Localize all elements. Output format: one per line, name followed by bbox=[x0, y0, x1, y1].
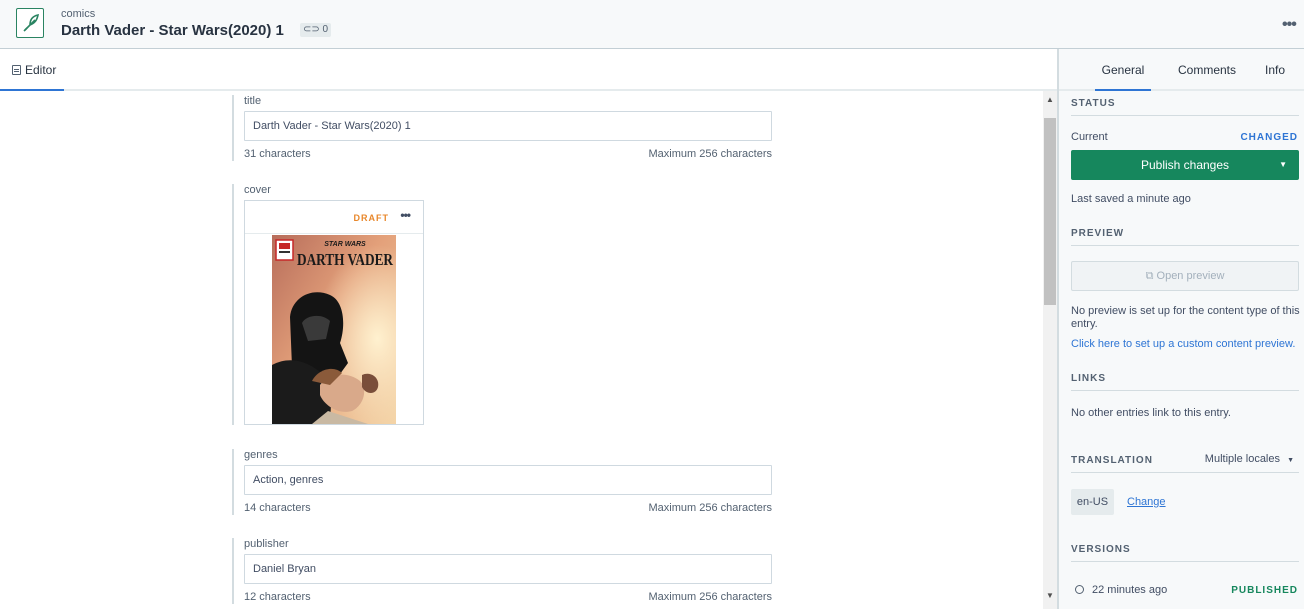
field-publisher: publisher Daniel Bryan 12 characters Max… bbox=[232, 538, 772, 604]
locale-mode-select[interactable]: Multiple locales ▼ bbox=[1205, 453, 1294, 465]
field-cover: cover DRAFT ••• STAR WARS DARTH VADER bbox=[232, 184, 772, 425]
cover-asset-card[interactable]: DRAFT ••• STAR WARS DARTH VADER bbox=[244, 200, 424, 425]
entry-sidebar: General Comments Info STATUS Current CHA… bbox=[1057, 49, 1304, 609]
field-title: title Darth Vader - Star Wars(2020) 1 31… bbox=[232, 95, 772, 161]
tab-comments[interactable]: Comments bbox=[1178, 63, 1236, 77]
changed-status-badge: CHANGED bbox=[1240, 132, 1298, 143]
tab-info[interactable]: Info bbox=[1265, 63, 1285, 77]
chevron-down-icon: ▼ bbox=[1287, 457, 1294, 464]
asset-card-header: DRAFT ••• bbox=[245, 201, 423, 234]
last-saved-text: Last saved a minute ago bbox=[1071, 193, 1191, 205]
link-icon: ⊂⊃ bbox=[303, 24, 320, 35]
content-type-label: comics bbox=[61, 8, 96, 20]
publisher-char-max: Maximum 256 characters bbox=[648, 591, 773, 603]
locale-mode-label: Multiple locales bbox=[1204, 453, 1280, 465]
title-char-max: Maximum 256 characters bbox=[648, 148, 773, 160]
genres-input[interactable]: Action, genres bbox=[244, 465, 772, 495]
incoming-links-badge[interactable]: ⊂⊃ 0 bbox=[300, 23, 332, 37]
preview-section-title: PREVIEW bbox=[1071, 228, 1299, 246]
open-preview-button[interactable]: ⧉ Open preview bbox=[1071, 261, 1299, 291]
more-actions-icon[interactable]: ••• bbox=[1282, 16, 1304, 34]
field-genres: genres Action, genres 14 characters Maxi… bbox=[232, 449, 772, 515]
links-text: No other entries link to this entry. bbox=[1071, 407, 1231, 419]
publisher-char-count: 12 characters bbox=[244, 591, 311, 603]
open-preview-label: Open preview bbox=[1156, 270, 1225, 282]
cover-brand-big: DARTH VADER bbox=[297, 250, 394, 269]
tab-editor-label: Editor bbox=[25, 63, 57, 77]
preview-note: No preview is set up for the content typ… bbox=[1071, 305, 1300, 330]
cover-brand-small: STAR WARS bbox=[324, 241, 366, 248]
editor-tab-strip: Editor bbox=[0, 49, 1057, 91]
incoming-links-count: 0 bbox=[322, 24, 329, 35]
sidebar-tab-strip: General Comments Info bbox=[1059, 49, 1304, 91]
entry-title: Darth Vader - Star Wars(2020) 1 bbox=[61, 22, 284, 39]
publisher-input[interactable]: Daniel Bryan bbox=[244, 554, 772, 584]
status-section-title: STATUS bbox=[1071, 98, 1299, 116]
editor-scrollbar[interactable]: ▲ ▼ bbox=[1043, 91, 1057, 609]
field-publisher-meta: 12 characters Maximum 256 characters bbox=[244, 591, 772, 604]
tab-general[interactable]: General bbox=[1095, 63, 1151, 91]
field-genres-label: genres bbox=[244, 449, 278, 461]
title-input[interactable]: Darth Vader - Star Wars(2020) 1 bbox=[244, 111, 772, 141]
field-publisher-label: publisher bbox=[244, 538, 289, 550]
publish-changes-button[interactable]: Publish changes ▼ bbox=[1071, 150, 1299, 180]
scrollbar-thumb[interactable] bbox=[1044, 118, 1056, 305]
field-title-meta: 31 characters Maximum 256 characters bbox=[244, 148, 772, 161]
entry-header: comics Darth Vader - Star Wars(2020) 1 ⊂… bbox=[0, 0, 1304, 49]
chevron-down-icon[interactable]: ▼ bbox=[1279, 150, 1287, 180]
field-cover-label: cover bbox=[244, 184, 271, 196]
field-title-label: title bbox=[244, 95, 262, 107]
tab-editor[interactable]: Editor bbox=[0, 49, 64, 91]
genres-char-max: Maximum 256 characters bbox=[648, 502, 773, 514]
field-genres-meta: 14 characters Maximum 256 characters bbox=[244, 502, 772, 515]
current-status-label: Current bbox=[1071, 131, 1108, 143]
external-link-icon: ⧉ bbox=[1145, 270, 1154, 282]
publish-changes-label: Publish changes bbox=[1140, 158, 1230, 172]
entry-feather-icon bbox=[16, 8, 44, 38]
locale-chip: en-US bbox=[1071, 489, 1114, 515]
version-published-badge: PUBLISHED bbox=[1231, 585, 1298, 596]
title-char-count: 31 characters bbox=[244, 148, 311, 160]
version-circle-icon bbox=[1075, 585, 1084, 594]
asset-status-badge: DRAFT bbox=[353, 213, 389, 223]
links-section-title: LINKS bbox=[1071, 373, 1299, 391]
versions-section-title: VERSIONS bbox=[1071, 544, 1299, 562]
genres-char-count: 14 characters bbox=[244, 502, 311, 514]
scroll-down-arrow-icon[interactable]: ▼ bbox=[1043, 589, 1057, 603]
setup-preview-link[interactable]: Click here to set up a custom content pr… bbox=[1071, 338, 1295, 350]
version-time[interactable]: 22 minutes ago bbox=[1092, 584, 1167, 596]
document-icon bbox=[12, 65, 21, 75]
asset-actions-icon[interactable]: ••• bbox=[400, 208, 411, 222]
change-locale-link[interactable]: Change bbox=[1127, 496, 1166, 508]
cover-image: STAR WARS DARTH VADER bbox=[272, 235, 396, 424]
scroll-up-arrow-icon[interactable]: ▲ bbox=[1043, 93, 1057, 107]
editor-body: title Darth Vader - Star Wars(2020) 1 31… bbox=[0, 91, 1043, 609]
